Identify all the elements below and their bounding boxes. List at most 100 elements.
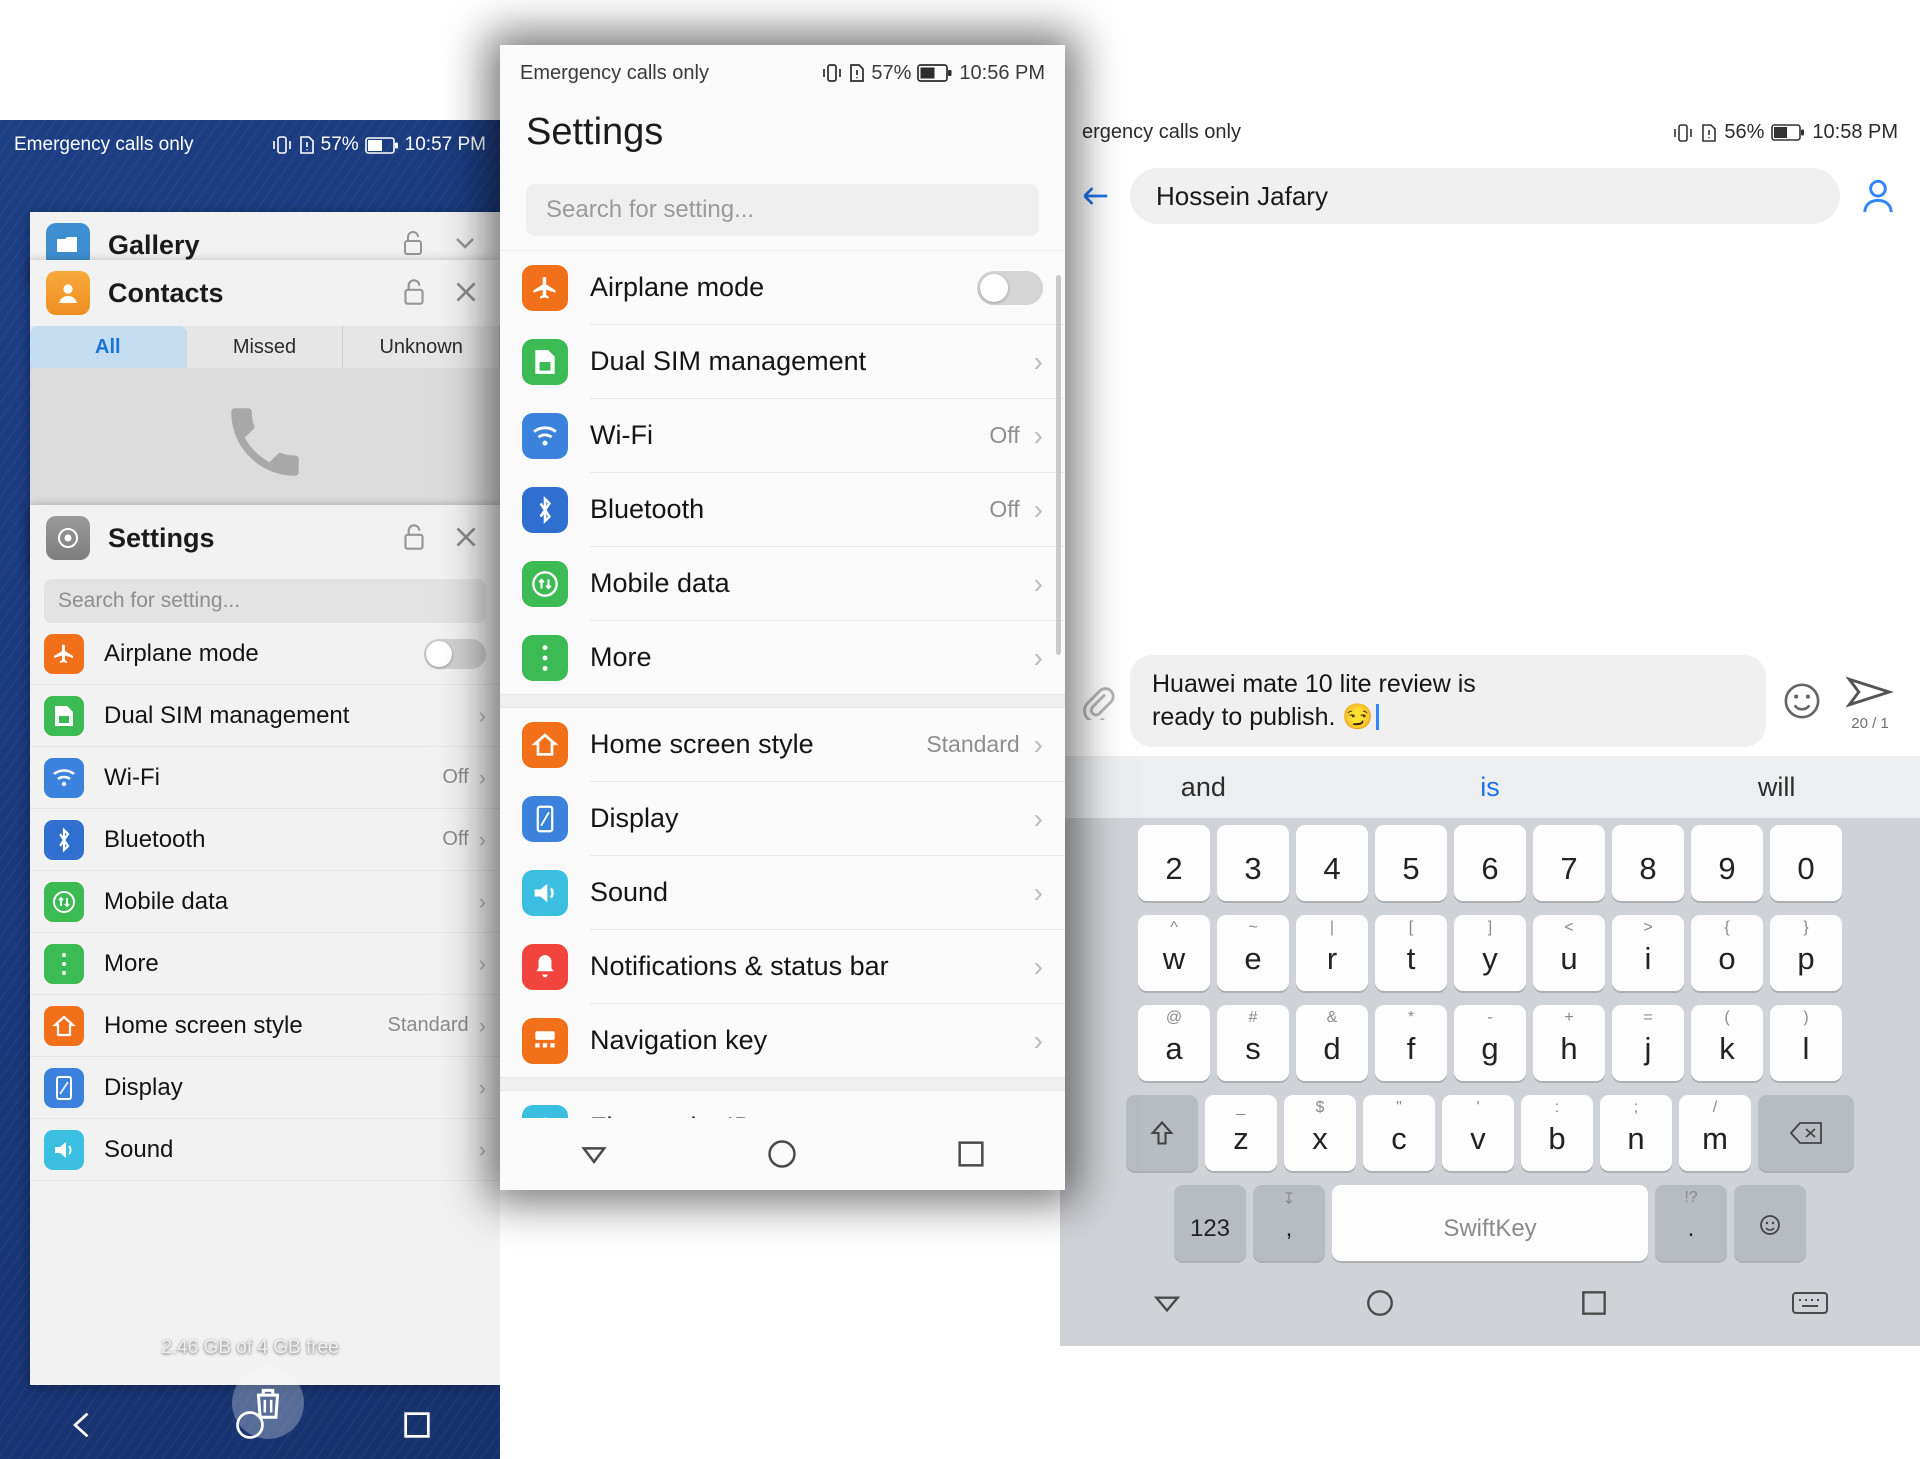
- key-7[interactable]: 7: [1533, 825, 1605, 901]
- emoji-icon[interactable]: [1780, 679, 1824, 723]
- key-r[interactable]: | r: [1296, 915, 1368, 991]
- key-s[interactable]: # s: [1217, 1005, 1289, 1081]
- key-u[interactable]: < u: [1533, 915, 1605, 991]
- carrier-label: Emergency calls only: [520, 61, 709, 84]
- key-n[interactable]: ; n: [1600, 1095, 1672, 1171]
- list-item[interactable]: Home screen style Standard ›: [30, 995, 500, 1057]
- send-icon[interactable]: [1846, 671, 1894, 713]
- list-item[interactable]: Airplane mode: [30, 623, 500, 685]
- airplane-mode-toggle[interactable]: [977, 270, 1043, 305]
- recent-card-settings[interactable]: Settings Search for setting... Airplane …: [30, 505, 500, 1385]
- key-2[interactable]: 2: [1138, 825, 1210, 901]
- recipient-field[interactable]: Hossein Jafary: [1130, 168, 1840, 224]
- setting-airplane-mode[interactable]: Airplane mode: [500, 251, 1065, 324]
- key-y[interactable]: ] y: [1454, 915, 1526, 991]
- recents-button[interactable]: [954, 1137, 988, 1171]
- key-4[interactable]: 4: [1296, 825, 1368, 901]
- setting-wifi[interactable]: Wi-Fi Off ›: [500, 399, 1065, 472]
- key-o[interactable]: {o: [1691, 915, 1763, 991]
- key-m[interactable]: / m: [1679, 1095, 1751, 1171]
- prediction-1[interactable]: is: [1347, 772, 1634, 803]
- key-e[interactable]: ~ e: [1217, 915, 1289, 991]
- left-status-bar: Emergency calls only 57% 10:57 PM: [0, 120, 500, 170]
- key-d[interactable]: & d: [1296, 1005, 1368, 1081]
- keyboard-dismiss-button[interactable]: [1791, 1289, 1829, 1317]
- period-key[interactable]: !? .: [1655, 1185, 1727, 1261]
- key-a[interactable]: @ a: [1138, 1005, 1210, 1081]
- list-item[interactable]: Dual SIM management ›: [30, 685, 500, 747]
- setting-bluetooth[interactable]: Bluetooth Off ›: [500, 473, 1065, 546]
- home-button[interactable]: [233, 1408, 267, 1442]
- comma-key[interactable]: ↧ ,: [1253, 1185, 1325, 1261]
- key-8[interactable]: 8: [1612, 825, 1684, 901]
- key-t[interactable]: [t: [1375, 915, 1447, 991]
- key-p[interactable]: } p: [1770, 915, 1842, 991]
- setting-notifications-status-bar[interactable]: Notifications & status bar ›: [500, 930, 1065, 1003]
- setting-sound[interactable]: Sound ›: [500, 856, 1065, 929]
- key-l[interactable]: ) l: [1770, 1005, 1842, 1081]
- scrollbar[interactable]: [1056, 275, 1061, 655]
- key-f[interactable]: * f: [1375, 1005, 1447, 1081]
- key-v[interactable]: ' v: [1442, 1095, 1514, 1171]
- home-button[interactable]: [1364, 1287, 1396, 1319]
- attachment-icon[interactable]: [1078, 682, 1116, 720]
- airplane-toggle[interactable]: [424, 638, 486, 669]
- close-icon[interactable]: [450, 276, 484, 310]
- back-button[interactable]: [577, 1137, 611, 1171]
- tab-all[interactable]: All: [30, 326, 187, 368]
- back-icon[interactable]: [1080, 179, 1114, 213]
- list-item[interactable]: Bluetooth Off ›: [30, 809, 500, 871]
- recents-button[interactable]: [400, 1408, 434, 1442]
- lock-icon[interactable]: [398, 521, 432, 555]
- list-item[interactable]: Display ›: [30, 1057, 500, 1119]
- prediction-2[interactable]: will: [1633, 772, 1920, 803]
- list-item[interactable]: Wi-Fi Off ›: [30, 747, 500, 809]
- key-h[interactable]: + h: [1533, 1005, 1605, 1081]
- home-button[interactable]: [765, 1137, 799, 1171]
- key-5[interactable]: 5: [1375, 825, 1447, 901]
- key-x[interactable]: $ x: [1284, 1095, 1356, 1171]
- setting-mobile-data[interactable]: Mobile data ›: [500, 547, 1065, 620]
- shift-key[interactable]: [1126, 1095, 1198, 1171]
- key-0[interactable]: 0: [1770, 825, 1842, 901]
- back-button[interactable]: [1151, 1287, 1183, 1319]
- key-b[interactable]: :b: [1521, 1095, 1593, 1171]
- list-item[interactable]: Mobile data ›: [30, 871, 500, 933]
- tab-missed[interactable]: Missed: [187, 326, 344, 368]
- phone-icon: [231, 408, 299, 476]
- space-key[interactable]: SwiftKey: [1332, 1185, 1648, 1261]
- recents-button[interactable]: [1578, 1287, 1610, 1319]
- key-w[interactable]: ^ w: [1138, 915, 1210, 991]
- list-item[interactable]: Sound ›: [30, 1119, 500, 1181]
- left-settings-search[interactable]: Search for setting...: [44, 579, 486, 623]
- key-6[interactable]: 6: [1454, 825, 1526, 901]
- key-i[interactable]: > i: [1612, 915, 1684, 991]
- key-c[interactable]: " c: [1363, 1095, 1435, 1171]
- emoji-key[interactable]: [1734, 1185, 1806, 1261]
- close-icon[interactable]: [450, 521, 484, 555]
- key-j[interactable]: = j: [1612, 1005, 1684, 1081]
- lock-icon[interactable]: [398, 276, 432, 310]
- setting-display[interactable]: Display ›: [500, 782, 1065, 855]
- prediction-0[interactable]: and: [1060, 772, 1347, 803]
- setting-navigation-key[interactable]: Navigation key ›: [500, 1004, 1065, 1077]
- key-g[interactable]: -g: [1454, 1005, 1526, 1081]
- list-item[interactable]: More ›: [30, 933, 500, 995]
- chevron-down-icon[interactable]: [450, 228, 484, 262]
- tab-unknown[interactable]: Unknown: [343, 326, 500, 368]
- setting-home-screen-style[interactable]: Home screen style Standard ›: [500, 708, 1065, 781]
- key-z[interactable]: _ z: [1205, 1095, 1277, 1171]
- back-button[interactable]: [66, 1408, 100, 1442]
- contact-picker-icon[interactable]: [1856, 174, 1900, 218]
- search-input[interactable]: Search for setting...: [526, 184, 1039, 236]
- backspace-key[interactable]: [1758, 1095, 1854, 1171]
- message-input[interactable]: Huawei mate 10 lite review is ready to p…: [1130, 655, 1766, 747]
- symbols-key[interactable]: 123: [1174, 1185, 1246, 1261]
- key-k[interactable]: (k: [1691, 1005, 1763, 1081]
- key-label: 6: [1481, 851, 1499, 886]
- key-3[interactable]: 3: [1217, 825, 1289, 901]
- status-icons: 57% 10:57 PM: [271, 134, 486, 156]
- key-9[interactable]: 9: [1691, 825, 1763, 901]
- setting-dual-sim-management[interactable]: Dual SIM management ›: [500, 325, 1065, 398]
- setting-more[interactable]: More ›: [500, 621, 1065, 694]
